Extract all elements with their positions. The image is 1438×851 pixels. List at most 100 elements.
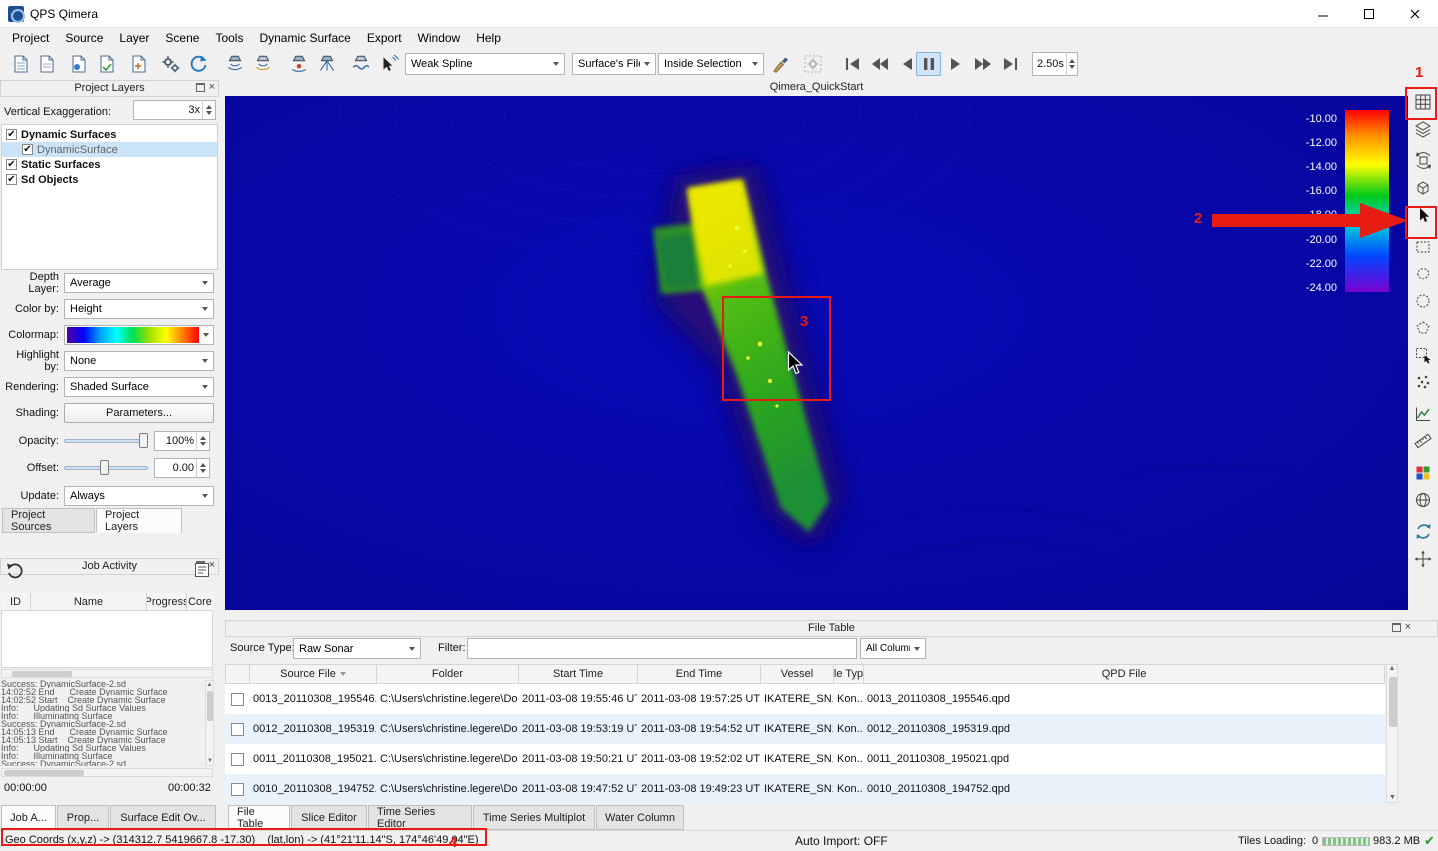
float-panel-icon[interactable] — [1392, 623, 1401, 632]
slider-handle[interactable] — [100, 460, 109, 475]
processing-settings-button[interactable] — [158, 51, 184, 77]
menu-scene[interactable]: Scene — [157, 29, 207, 47]
interval-spinner[interactable]: 2.50s — [1032, 52, 1078, 76]
job-log-hscrollbar[interactable] — [1, 768, 213, 777]
files-scope-combo[interactable]: Surface's Files — [572, 53, 656, 75]
add-generic-file-button[interactable] — [126, 51, 152, 77]
spinner-arrows[interactable] — [202, 101, 215, 119]
job-log-button[interactable] — [194, 562, 210, 581]
offset-slider[interactable] — [62, 458, 152, 478]
scatter-points-button[interactable] — [1409, 368, 1437, 395]
sonar-tool-5-button[interactable] — [348, 51, 374, 77]
menu-tools[interactable]: Tools — [207, 29, 251, 47]
rotate-view-button[interactable] — [1409, 147, 1437, 174]
spinner-arrows[interactable] — [1066, 53, 1077, 75]
skip-end-button[interactable] — [997, 52, 1022, 76]
close-button[interactable] — [1392, 0, 1438, 28]
close-panel-icon[interactable]: × — [1405, 623, 1411, 632]
menu-help[interactable]: Help — [468, 29, 509, 47]
pause-button[interactable] — [916, 52, 941, 76]
surface-grid-button[interactable] — [1409, 486, 1437, 513]
perspective-button[interactable] — [1409, 174, 1437, 201]
slider-handle[interactable] — [139, 433, 148, 448]
table-row[interactable]: 0012_20110308_195319.all C:\Users\christ… — [225, 714, 1385, 744]
menu-export[interactable]: Export — [359, 29, 410, 47]
col-name[interactable]: Name — [31, 593, 147, 610]
vertical-exaggeration-spinner[interactable]: 3x — [133, 100, 216, 120]
menu-layer[interactable]: Layer — [111, 29, 157, 47]
close-panel-icon[interactable]: × — [209, 83, 215, 92]
tab-properties[interactable]: Prop... — [57, 805, 109, 830]
menu-project[interactable]: Project — [4, 29, 57, 47]
job-hscrollbar[interactable] — [1, 669, 213, 678]
reprocess-button[interactable] — [186, 51, 212, 77]
col-progress[interactable]: Progress — [147, 593, 187, 610]
layers-button[interactable] — [1409, 115, 1437, 142]
menu-source[interactable]: Source — [57, 29, 111, 47]
col-end-time[interactable]: End Time — [638, 665, 761, 683]
tab-project-sources[interactable]: Project Sources — [2, 508, 95, 533]
filter-settings-button[interactable] — [800, 51, 826, 77]
tab-time-series-multiplot[interactable]: Time Series Multiplot — [473, 805, 595, 830]
sonar-tool-1-button[interactable] — [222, 51, 248, 77]
table-row[interactable]: 0011_20110308_195021.all C:\Users\christ… — [225, 744, 1385, 774]
fast-forward-button[interactable] — [970, 52, 995, 76]
tree-item-static-surfaces[interactable]: ✔ Static Surfaces — [2, 157, 217, 172]
highlight-by-combo[interactable]: None — [64, 351, 214, 371]
profile-button[interactable] — [1409, 400, 1437, 427]
col-folder[interactable]: Folder — [377, 665, 519, 683]
shading-parameters-button[interactable]: Parameters... — [64, 403, 214, 423]
col-source-file[interactable]: Source File — [250, 665, 377, 683]
sonar-tool-4-button[interactable] — [314, 51, 340, 77]
tree-item-dynamicsurface[interactable]: ✔ DynamicSurface — [2, 142, 217, 157]
lasso-select-button[interactable] — [1409, 260, 1437, 287]
opacity-spinner[interactable]: 100% — [154, 431, 210, 451]
source-type-combo[interactable]: Raw Sonar — [293, 638, 421, 659]
rect-select-button[interactable] — [1409, 233, 1437, 260]
zoom-select-button[interactable] — [1409, 341, 1437, 368]
new-project-button[interactable] — [8, 51, 34, 77]
filter-input[interactable] — [467, 638, 857, 659]
col-qpd-file[interactable]: QPD File — [864, 665, 1384, 683]
tab-job-activity[interactable]: Job A... — [1, 805, 56, 830]
tab-water-column[interactable]: Water Column — [596, 805, 684, 830]
fast-rewind-button[interactable] — [867, 52, 892, 76]
select-pointer-button[interactable] — [1409, 201, 1437, 228]
row-checkbox[interactable] — [231, 693, 244, 706]
add-raw-sonar-button[interactable] — [66, 51, 92, 77]
depth-layer-combo[interactable]: Average — [64, 273, 214, 293]
row-checkbox[interactable] — [231, 783, 244, 796]
menu-window[interactable]: Window — [410, 29, 469, 47]
sync-views-button[interactable] — [1409, 518, 1437, 545]
col-file-type[interactable]: le Typ — [834, 665, 864, 683]
checkbox-checked-icon[interactable]: ✔ — [6, 159, 17, 170]
checkbox-checked-icon[interactable]: ✔ — [6, 174, 17, 185]
tree-item-sd-objects[interactable]: ✔ Sd Objects — [2, 172, 217, 187]
color-by-combo[interactable]: Height — [64, 299, 214, 319]
col-id[interactable]: ID — [1, 593, 31, 610]
sonar-tool-3-button[interactable] — [286, 51, 312, 77]
transform-button[interactable] — [1409, 545, 1437, 572]
scene-canvas[interactable]: -10.00 -12.00 -14.00 -16.00 -18.00 -20.0… — [225, 96, 1408, 610]
row-checkbox[interactable] — [231, 723, 244, 736]
measure-button[interactable] — [1409, 427, 1437, 454]
polygon-select-button[interactable] — [1409, 314, 1437, 341]
checkbox-checked-icon[interactable]: ✔ — [22, 144, 33, 155]
rendering-combo[interactable]: Shaded Surface — [64, 377, 214, 397]
selection-scope-combo[interactable]: Inside Selection — [658, 53, 764, 75]
interpolation-combo[interactable]: Weak Spline — [405, 53, 565, 75]
tab-slice-editor[interactable]: Slice Editor — [291, 805, 367, 830]
grid-view-button[interactable] — [1409, 88, 1437, 115]
update-combo[interactable]: Always — [64, 486, 214, 506]
maximize-button[interactable] — [1346, 0, 1392, 28]
float-panel-icon[interactable] — [196, 83, 205, 92]
open-project-button[interactable] — [34, 51, 60, 77]
play-button[interactable] — [943, 52, 968, 76]
minimize-button[interactable] — [1300, 0, 1346, 28]
skip-start-button[interactable] — [840, 52, 865, 76]
job-log-vscrollbar[interactable]: ▲▼ — [205, 680, 214, 766]
job-undo-button[interactable] — [6, 562, 24, 583]
tab-surface-edit-overview[interactable]: Surface Edit Ov... — [110, 805, 216, 830]
circle-select-button[interactable] — [1409, 287, 1437, 314]
spinner-arrows[interactable] — [196, 432, 209, 450]
